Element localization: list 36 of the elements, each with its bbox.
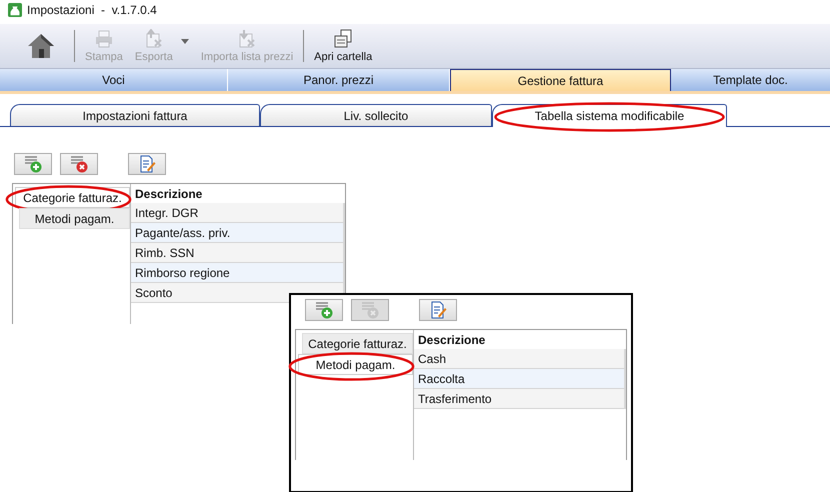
app-icon	[8, 3, 22, 17]
sub-tab[interactable]: Liv. sollecito	[260, 104, 492, 126]
table-cell: Cash	[414, 349, 626, 369]
caret-icon	[180, 39, 189, 44]
toolbar-button[interactable]: Apri cartella	[308, 24, 378, 68]
category-item[interactable]: Categorie fatturaz.	[302, 333, 413, 354]
documents-icon	[333, 29, 354, 49]
printer-icon	[94, 29, 114, 49]
delete-icon	[361, 301, 379, 319]
table-cell: Pagante/ass. priv.	[131, 223, 345, 243]
add-button[interactable]	[14, 153, 52, 175]
window-title: Impostazioni - v.1.7.0.4	[27, 3, 157, 17]
main-tab[interactable]: Voci	[0, 69, 228, 91]
home-icon	[26, 32, 56, 60]
delete-button[interactable]	[60, 153, 98, 175]
edit-icon	[429, 301, 447, 319]
sub-tab[interactable]: Impostazioni fattura	[10, 104, 260, 126]
category-item[interactable]: Metodi pagam.	[19, 208, 130, 229]
export-icon	[144, 29, 164, 49]
add-button[interactable]	[305, 299, 343, 321]
add-icon	[315, 301, 333, 319]
table-cell: Integr. DGR	[131, 203, 345, 223]
column-header: Descrizione	[134, 186, 204, 202]
main-tab[interactable]: Gestione fattura	[450, 69, 671, 91]
edit-button[interactable]	[419, 299, 457, 321]
table-cell: Rimborso regione	[131, 263, 345, 283]
table-cell: Trasferimento	[414, 389, 626, 409]
delete-icon	[70, 155, 88, 173]
main-tab[interactable]: Template doc.	[671, 69, 830, 91]
import-icon	[237, 29, 257, 49]
edit-button[interactable]	[128, 153, 166, 175]
edit-icon	[138, 155, 156, 173]
column-header: Descrizione	[417, 332, 486, 348]
add-icon	[24, 155, 42, 173]
table-cell: Rimb. SSN	[131, 243, 345, 263]
table-cell: Raccolta	[414, 369, 626, 389]
